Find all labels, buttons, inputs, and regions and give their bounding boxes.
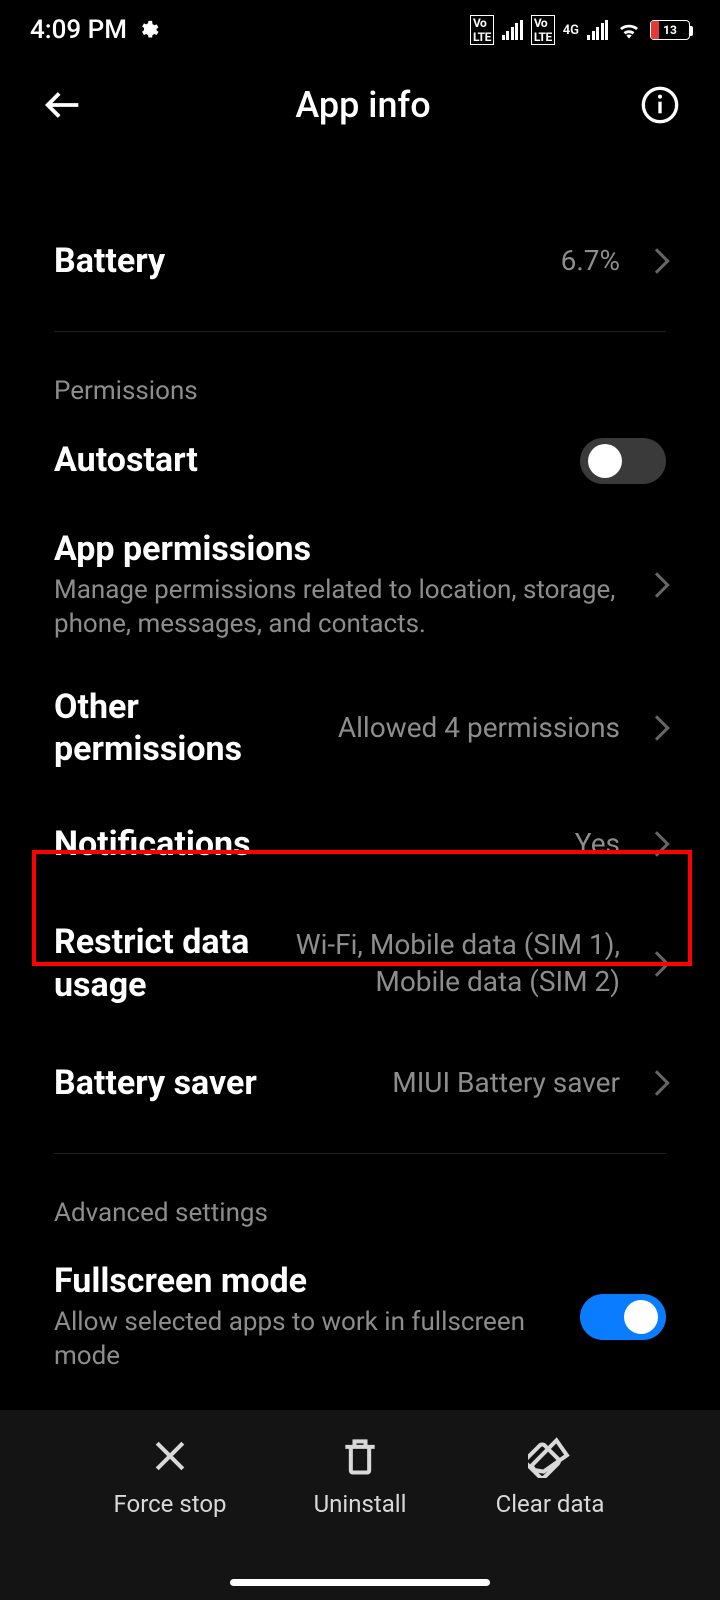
divider: [54, 331, 666, 332]
autostart-toggle[interactable]: [580, 438, 666, 484]
battery-icon: 13: [650, 20, 690, 40]
chevron-right-icon: [644, 951, 669, 976]
chevron-right-icon: [644, 831, 669, 856]
row-fullscreen-mode[interactable]: Fullscreen mode Allow selected apps to w…: [0, 1238, 720, 1396]
row-blur-previews[interactable]: Blur app previews: [0, 1396, 720, 1410]
eraser-icon: [528, 1434, 572, 1478]
restrict-data-value: Wi-Fi, Mobile data (SIM 1), Mobile data …: [290, 927, 620, 1000]
force-stop-label: Force stop: [113, 1490, 226, 1518]
network-4g-icon: 4G: [563, 25, 579, 36]
autostart-label: Autostart: [54, 439, 564, 482]
row-restrict-data[interactable]: Restrict data usage Wi-Fi, Mobile data (…: [0, 895, 720, 1032]
row-battery-saver[interactable]: Battery saver MIUI Battery saver: [0, 1032, 720, 1135]
fullscreen-desc: Allow selected apps to work in fullscree…: [54, 1306, 564, 1374]
row-notifications[interactable]: Notifications Yes: [0, 793, 720, 896]
wifi-icon: [616, 17, 642, 43]
battery-saver-value: MIUI Battery saver: [392, 1065, 620, 1101]
chevron-right-icon: [644, 249, 669, 274]
row-app-permissions[interactable]: App permissions Manage permissions relat…: [0, 506, 720, 664]
signal2-icon: [587, 20, 608, 40]
app-header: App info: [0, 60, 720, 150]
section-advanced: Advanced settings: [0, 1172, 720, 1238]
close-icon: [148, 1434, 192, 1478]
battery-label: Battery: [54, 240, 545, 283]
fullscreen-toggle[interactable]: [580, 1294, 666, 1340]
volte2-icon: VoLTE: [531, 15, 555, 45]
back-icon[interactable]: [40, 82, 86, 128]
chevron-right-icon: [644, 1071, 669, 1096]
restrict-data-label: Restrict data usage: [54, 921, 274, 1006]
chevron-right-icon: [644, 715, 669, 740]
row-autostart[interactable]: Autostart: [0, 416, 720, 506]
section-permissions: Permissions: [0, 350, 720, 416]
uninstall-button[interactable]: Uninstall: [280, 1434, 440, 1518]
notifications-value: Yes: [575, 826, 620, 862]
trash-icon: [338, 1434, 382, 1478]
chevron-right-icon: [644, 572, 669, 597]
bottom-action-bar: Force stop Uninstall Clear data: [0, 1410, 720, 1600]
uninstall-label: Uninstall: [314, 1490, 407, 1518]
settings-content: Battery 6.7% Permissions Autostart App p…: [0, 150, 720, 1410]
clear-data-label: Clear data: [496, 1490, 605, 1518]
app-permissions-desc: Manage permissions related to location, …: [54, 574, 620, 642]
row-battery[interactable]: Battery 6.7%: [0, 210, 720, 313]
other-permissions-value: Allowed 4 permissions: [338, 710, 620, 746]
fullscreen-label: Fullscreen mode: [54, 1260, 564, 1303]
status-time: 4:09 PM: [30, 15, 127, 45]
app-permissions-label: App permissions: [54, 528, 620, 571]
status-bar: 4:09 PM VoLTE VoLTE 4G 13: [0, 0, 720, 60]
battery-saver-label: Battery saver: [54, 1062, 376, 1105]
battery-value: 6.7%: [561, 243, 620, 279]
signal1-icon: [502, 20, 523, 40]
divider: [54, 1153, 666, 1154]
home-indicator[interactable]: [230, 1579, 490, 1586]
force-stop-button[interactable]: Force stop: [90, 1434, 250, 1518]
page-title: App info: [295, 84, 430, 126]
settings-icon: [137, 19, 159, 41]
clear-data-button[interactable]: Clear data: [470, 1434, 630, 1518]
volte1-icon: VoLTE: [470, 15, 494, 45]
notifications-label: Notifications: [54, 823, 559, 866]
row-other-permissions[interactable]: Other permissions Allowed 4 permissions: [0, 664, 720, 793]
info-icon[interactable]: [640, 85, 680, 125]
other-permissions-label: Other permissions: [54, 686, 322, 771]
